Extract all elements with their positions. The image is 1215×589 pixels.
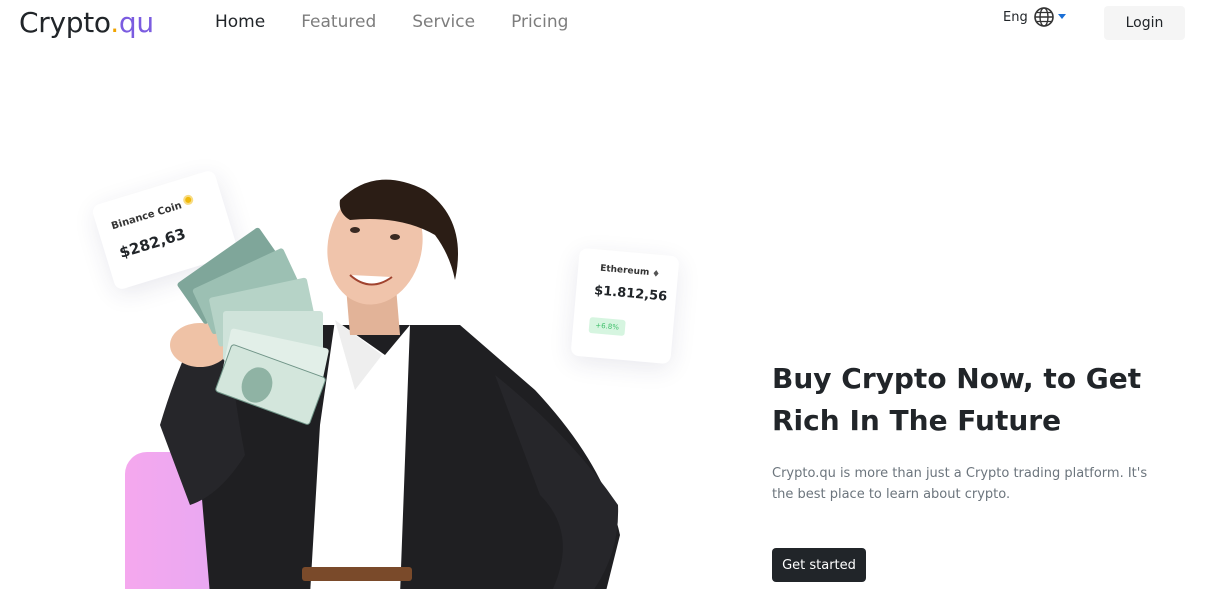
hero-description: Crypto.qu is more than just a Crypto tra…	[772, 466, 1148, 502]
hero-title: Buy Crypto Now, to Get Rich In The Futur…	[772, 362, 1142, 437]
brand-name-main: Crypto	[19, 6, 111, 39]
main-nav: Home Featured Service Pricing	[215, 12, 568, 32]
nav-item-home[interactable]: Home	[215, 12, 265, 32]
nav-item-pricing[interactable]: Pricing	[511, 12, 568, 32]
get-started-button[interactable]: Get started	[772, 548, 866, 582]
landing-page: Crypto.qu Home Featured Service Pricing …	[0, 0, 1215, 589]
brand-name-accent: qu	[118, 6, 154, 39]
brand-name-dot: .	[110, 6, 119, 39]
ethereum-icon: ♦	[651, 269, 661, 280]
nav-item-service[interactable]: Service	[412, 12, 475, 32]
nav-item-featured[interactable]: Featured	[301, 12, 376, 32]
globe-icon	[1033, 7, 1054, 27]
hero-woman-illustration	[160, 179, 620, 589]
language-label: Eng	[1003, 9, 1028, 25]
chevron-down-icon	[1057, 13, 1066, 19]
brand-logo[interactable]: Crypto.qu	[19, 6, 154, 39]
login-button[interactable]: Login	[1104, 6, 1185, 40]
language-selector[interactable]: Eng	[1003, 6, 1066, 28]
